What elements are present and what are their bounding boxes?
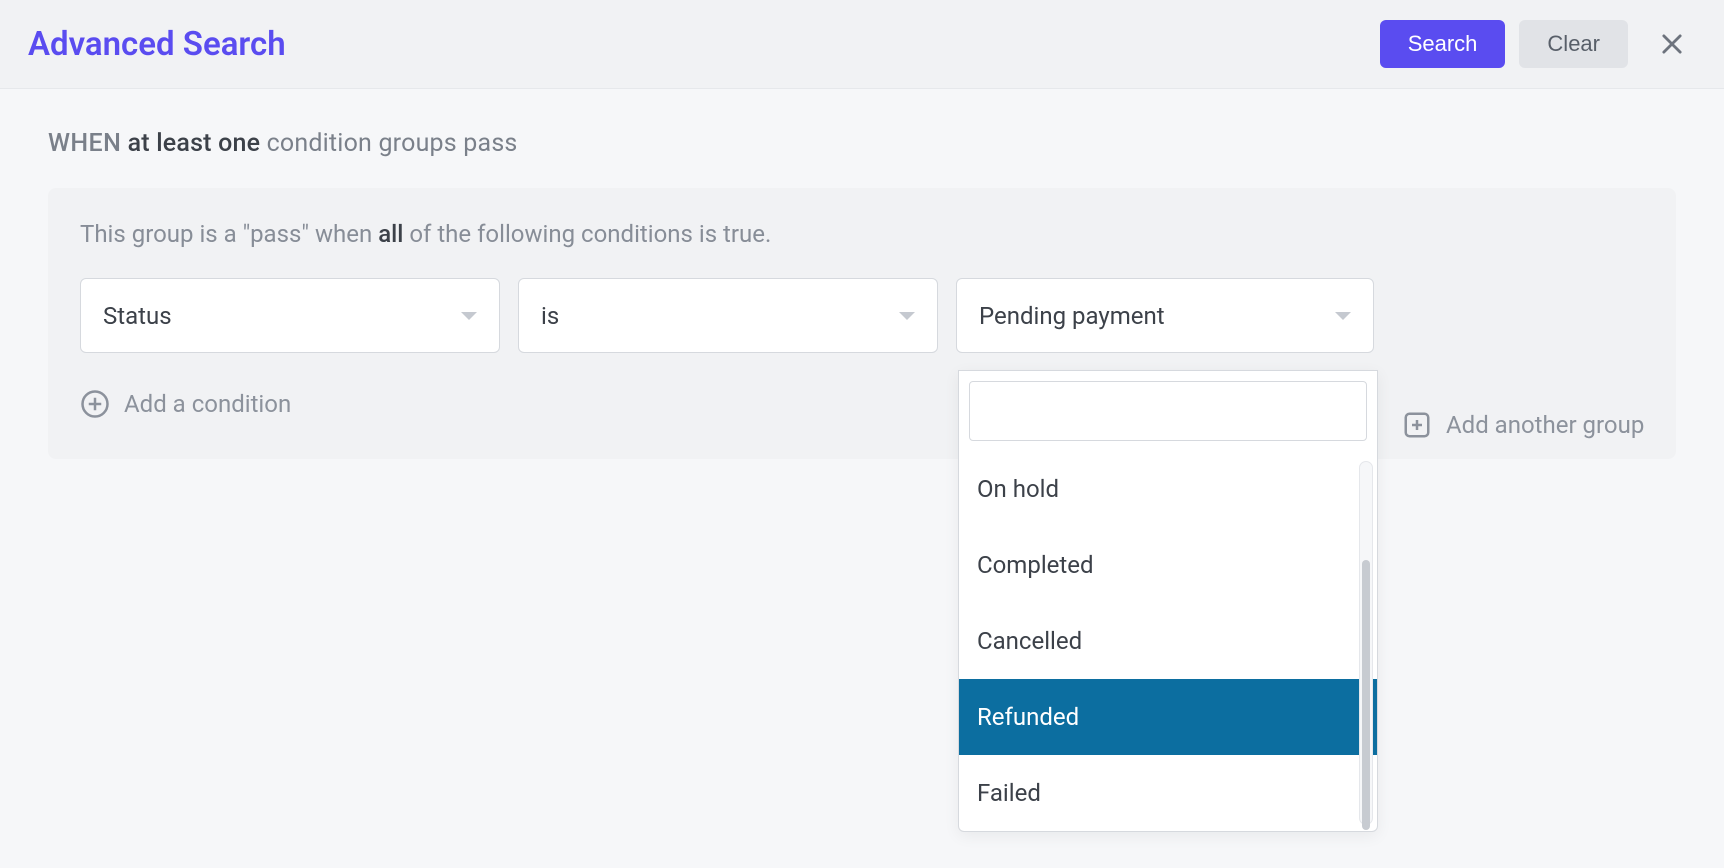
search-button[interactable]: Search — [1380, 20, 1506, 68]
header-bar: Advanced Search Search Clear — [0, 0, 1724, 89]
add-group-label: Add another group — [1446, 411, 1644, 439]
group-description: This group is a "pass" when all of the f… — [80, 220, 1644, 248]
condition-field-select[interactable]: Status — [80, 278, 500, 353]
add-condition-label: Add a condition — [124, 390, 291, 418]
value-dropdown-panel: On holdCompletedCancelledRefundedFailed — [958, 370, 1378, 832]
plus-square-icon — [1402, 410, 1432, 440]
group-desc-prefix: This group is a "pass" when — [80, 220, 372, 248]
dropdown-option[interactable]: Refunded — [959, 679, 1377, 755]
condition-operator-select[interactable]: is — [518, 278, 938, 353]
when-mode[interactable]: at least one — [128, 129, 261, 158]
page-title: Advanced Search — [28, 25, 1366, 64]
chevron-down-icon — [1335, 312, 1351, 320]
add-condition-button[interactable]: Add a condition — [80, 389, 291, 419]
scrollbar-thumb[interactable] — [1362, 560, 1370, 830]
when-clause: WHEN at least one condition groups pass — [48, 129, 1676, 158]
dropdown-scrollbar[interactable] — [1359, 461, 1373, 825]
plus-circle-icon — [80, 389, 110, 419]
condition-value-select[interactable]: Pending payment — [956, 278, 1374, 353]
when-prefix: WHEN — [48, 129, 121, 158]
close-button[interactable] — [1648, 20, 1696, 68]
condition-row: Status is Pending payment — [80, 278, 1644, 353]
condition-operator-value: is — [541, 302, 559, 330]
clear-button[interactable]: Clear — [1519, 20, 1628, 68]
dropdown-option[interactable]: Failed — [959, 755, 1377, 831]
dropdown-option[interactable]: Completed — [959, 527, 1377, 603]
when-suffix: condition groups pass — [267, 129, 518, 158]
chevron-down-icon — [899, 312, 915, 320]
dropdown-options-list: On holdCompletedCancelledRefundedFailed — [959, 451, 1377, 831]
group-desc-suffix: of the following conditions is true. — [409, 220, 771, 248]
dropdown-search-wrapper — [959, 371, 1377, 451]
add-another-group-button[interactable]: Add another group — [1402, 410, 1644, 440]
condition-field-value: Status — [103, 302, 172, 330]
close-icon — [1658, 30, 1686, 58]
condition-value-text: Pending payment — [979, 302, 1165, 330]
dropdown-option[interactable]: Cancelled — [959, 603, 1377, 679]
chevron-down-icon — [461, 312, 477, 320]
group-desc-mode[interactable]: all — [378, 220, 403, 248]
dropdown-option[interactable]: On hold — [959, 451, 1377, 527]
dropdown-search-input[interactable] — [969, 381, 1367, 441]
